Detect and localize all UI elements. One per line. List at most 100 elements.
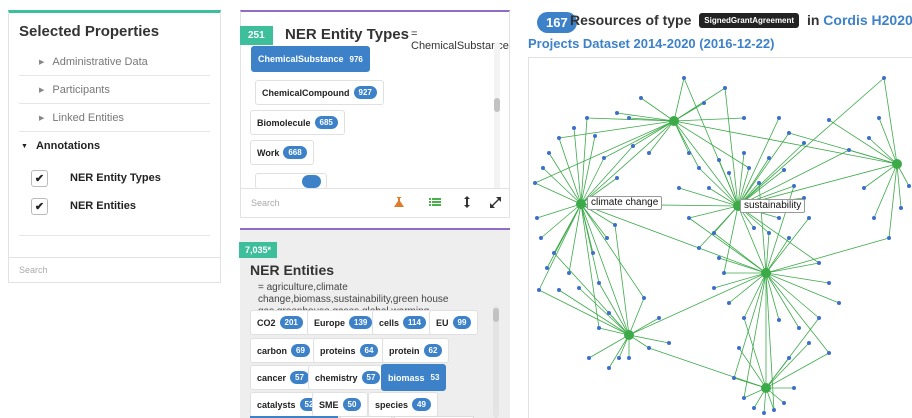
graph-leaf-node[interactable] [647,346,651,350]
graph-leaf-node[interactable] [827,118,831,122]
type-badge[interactable]: SignedGrantAgreement [699,13,800,28]
facet-chip[interactable]: cancer 57 [250,365,316,390]
facet-chip[interactable]: Europe 139 [307,310,380,335]
facet-chip[interactable]: protein 62 [382,338,450,363]
graph-leaf-node[interactable] [597,281,601,285]
facet-chip[interactable]: chemistry 57 [308,365,388,390]
graph-leaf-node[interactable] [782,168,786,172]
checkmark-icon[interactable]: ✔ [31,197,48,215]
graph-leaf-node[interactable] [742,316,746,320]
facet-chip[interactable] [255,173,327,189]
graph-leaf-node[interactable] [585,116,589,120]
checkbox-ner-entity-types[interactable]: ✔ NER Entity Types [31,164,220,192]
dataset-link[interactable]: Projects Dataset 2014-2020 (2016-12-22) [528,36,774,51]
facet-chip[interactable]: ChemicalCompound 927 [255,80,384,105]
graph-leaf-node[interactable] [541,166,545,170]
graph-leaf-node[interactable] [533,181,537,185]
property-search-input[interactable]: Search [8,258,221,283]
property-participants[interactable]: ▶ Participants [19,76,210,104]
graph-leaf-node[interactable] [572,126,576,130]
graph-leaf-node[interactable] [757,181,761,185]
graph-leaf-node[interactable] [707,186,711,190]
facet-chip[interactable]: species 49 [368,392,438,417]
graph-leaf-node[interactable] [747,166,751,170]
graph-leaf-node[interactable] [605,236,609,240]
graph-leaf-node[interactable] [742,396,746,400]
checkmark-icon[interactable]: ✔ [31,169,48,187]
scrollbar-thumb[interactable] [493,308,499,322]
facet-chip[interactable]: ChemicalSubstance 976 [251,46,370,72]
graph-canvas[interactable] [529,58,912,418]
graph-leaf-node[interactable] [742,116,746,120]
graph-leaf-node[interactable] [657,316,661,320]
graph-leaf-node[interactable] [777,116,781,120]
graph-leaf-node[interactable] [802,141,806,145]
graph-leaf-node[interactable] [647,151,651,155]
graph-leaf-node[interactable] [872,216,876,220]
property-annotations[interactable]: ▼ Annotations [19,132,210,160]
facet-chip[interactable]: CO2 201 [250,310,310,335]
graph-leaf-node[interactable] [597,326,601,330]
dataset-link[interactable]: Cordis H2020 [823,12,912,28]
graph-leaf-node[interactable] [545,266,549,270]
graph-hub-node[interactable] [892,159,902,169]
graph-leaf-node[interactable] [742,151,746,155]
graph-leaf-node[interactable] [617,356,621,360]
graph-leaf-node[interactable] [723,86,727,90]
graph-leaf-node[interactable] [615,176,619,180]
graph-leaf-node[interactable] [732,376,736,380]
graph-leaf-node[interactable] [607,311,611,315]
graph-leaf-node[interactable] [615,111,619,115]
node-label-sustainability[interactable]: sustainability [740,199,806,213]
graph-leaf-node[interactable] [717,256,721,260]
graph-leaf-node[interactable] [712,286,716,290]
graph-leaf-node[interactable] [827,351,831,355]
graph-hub-node[interactable] [761,383,771,393]
graph-hub-node[interactable] [669,116,679,126]
graph-leaf-node[interactable] [817,261,821,265]
facet-chip[interactable]: proteins 64 [313,338,386,363]
graph-leaf-node[interactable] [862,186,866,190]
graph-leaf-node[interactable] [762,411,766,415]
graph-leaf-node[interactable] [627,116,631,120]
facet-chip[interactable]: Biomolecule 685 [250,110,345,135]
facet-chip[interactable]: carbon 69 [250,338,317,363]
graph-leaf-node[interactable] [772,408,776,412]
graph-leaf-node[interactable] [877,116,881,120]
graph-leaf-node[interactable] [722,271,726,275]
graph-leaf-node[interactable] [827,281,831,285]
graph-leaf-node[interactable] [537,288,541,292]
graph-leaf-node[interactable] [787,356,791,360]
graph-leaf-node[interactable] [899,206,903,210]
graph-leaf-node[interactable] [627,356,631,360]
graph-leaf-node[interactable] [642,296,646,300]
graph-leaf-node[interactable] [677,186,681,190]
checkbox-ner-entities[interactable]: ✔ NER Entities [31,192,220,220]
graph-leaf-node[interactable] [907,184,911,188]
graph-leaf-node[interactable] [552,251,556,255]
scrollbar[interactable] [493,306,499,418]
graph-leaf-node[interactable] [557,288,561,292]
graph-leaf-node[interactable] [535,216,539,220]
graph-leaf-node[interactable] [547,151,551,155]
property-linked-entities[interactable]: ▶ Linked Entities [19,104,210,132]
graph-leaf-node[interactable] [593,134,597,138]
graph-leaf-node[interactable] [577,286,581,290]
graph-leaf-node[interactable] [777,216,781,220]
graph-leaf-node[interactable] [591,251,595,255]
graph-leaf-node[interactable] [737,346,741,350]
node-label-climate-change[interactable]: climate change [587,196,663,210]
facet-chip[interactable]: Work 668 [250,140,314,165]
graph-leaf-node[interactable] [639,96,643,100]
graph-leaf-node[interactable] [797,326,801,330]
list-icon[interactable] [427,196,443,212]
facet-chip[interactable]: cells 114 [372,310,433,335]
graph-leaf-node[interactable] [887,236,891,240]
graph-leaf-node[interactable] [667,341,671,345]
graph-hub-node[interactable] [761,268,771,278]
graph-leaf-node[interactable] [727,171,731,175]
graph-leaf-node[interactable] [807,216,811,220]
graph-leaf-node[interactable] [752,226,756,230]
graph-leaf-node[interactable] [867,136,871,140]
graph-leaf-node[interactable] [587,356,591,360]
